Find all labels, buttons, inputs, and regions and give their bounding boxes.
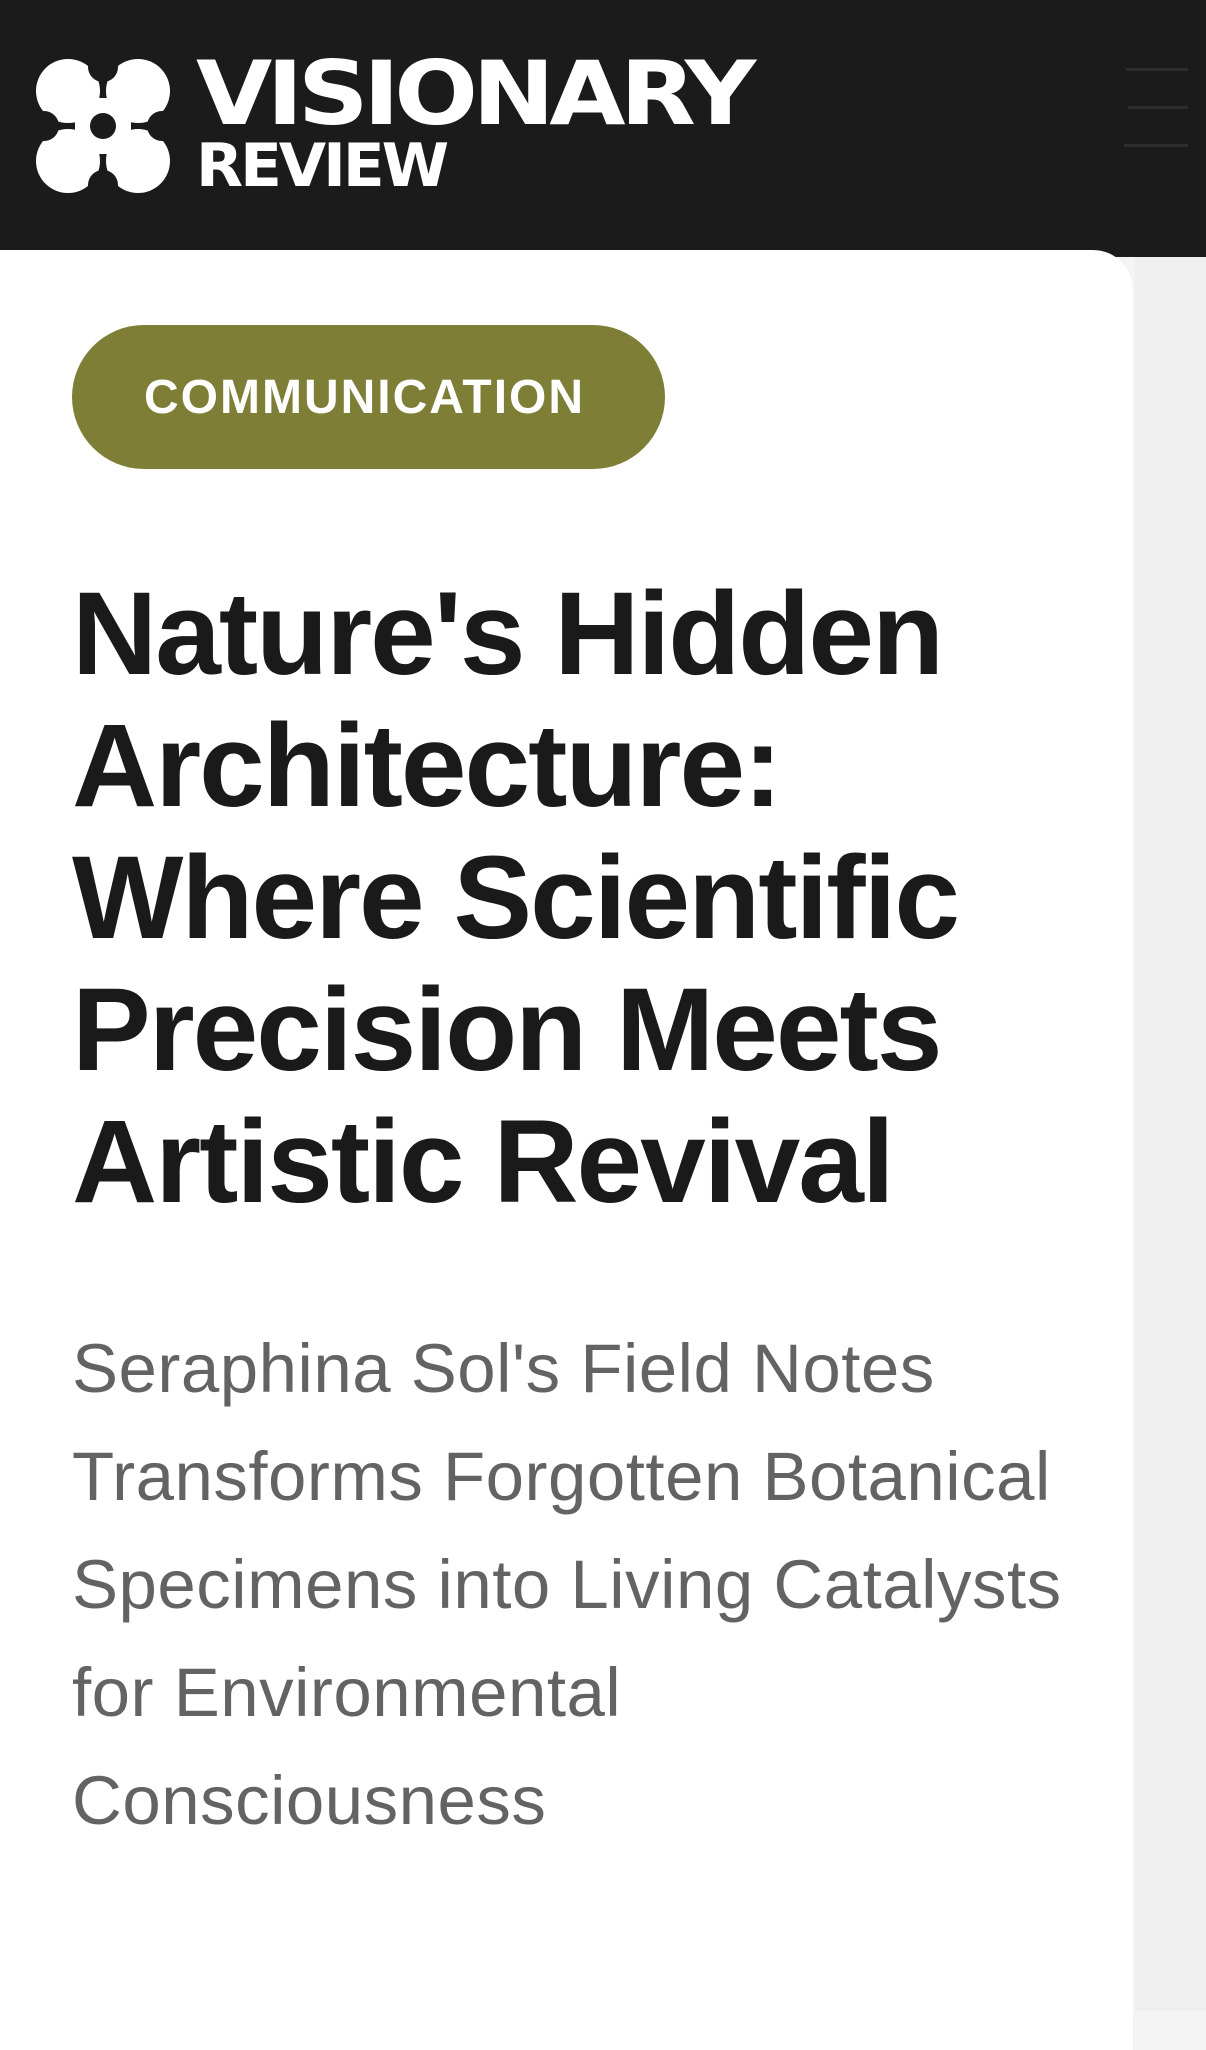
hamburger-menu-icon-line — [1124, 144, 1188, 147]
hamburger-menu-icon-line — [1128, 106, 1188, 109]
category-tag[interactable]: COMMUNICATION — [72, 325, 665, 469]
page-gutter — [1135, 257, 1206, 2011]
article-headline: Nature's Hidden Architecture: Where Scie… — [72, 568, 960, 1228]
hamburger-menu-icon — [1126, 68, 1188, 71]
article-subheadline: Seraphina Sol's Field Notes Transforms F… — [72, 1330, 1062, 1839]
brand-subtitle: REVIEW — [196, 131, 449, 201]
article-card: COMMUNICATION Nature's Hidden Architectu… — [0, 250, 1133, 2050]
brand-name: VISIONARY — [196, 42, 756, 145]
site-brand: VISIONARY REVIEW — [196, 50, 756, 197]
site-header: VISIONARY REVIEW — [0, 0, 1206, 257]
menu-button[interactable] — [1086, 60, 1206, 180]
logo-icon — [33, 56, 173, 196]
